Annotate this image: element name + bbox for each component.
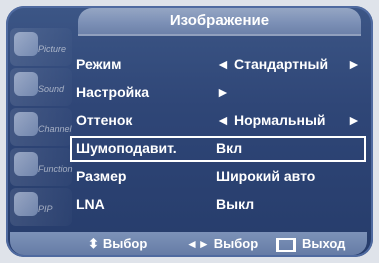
sidebar-item-label: Channel: [38, 124, 72, 134]
left-arrow-icon[interactable]: ◄: [216, 56, 230, 72]
row-value: Нормальный: [234, 112, 326, 128]
sidebar: Picture Sound Channel Function PIP: [10, 28, 73, 226]
sidebar-item-channel[interactable]: Channel: [10, 108, 72, 146]
help-move: ⬍ Выбор: [88, 236, 147, 252]
right-arrow-icon[interactable]: ►: [347, 56, 361, 72]
row-value: Вкл: [216, 140, 243, 156]
row-label: Режим: [76, 56, 122, 72]
menu-row-tint[interactable]: Оттенок ◄ Нормальный ►: [76, 110, 366, 130]
menu-row-noise-reduction[interactable]: Шумоподавит. Вкл: [70, 136, 366, 162]
menu-row-size[interactable]: Размер Широкий авто: [76, 166, 366, 186]
right-arrow-icon[interactable]: ►: [347, 112, 361, 128]
sidebar-item-label: Picture: [38, 44, 67, 54]
sidebar-item-label: Function: [38, 164, 73, 174]
help-exit-label: Выход: [302, 236, 346, 251]
row-value: Широкий авто: [216, 168, 316, 184]
page-title: Изображение: [169, 12, 270, 29]
sidebar-item-pip[interactable]: PIP: [10, 188, 72, 226]
menu-row-lna[interactable]: LNA Выкл: [76, 194, 366, 214]
menu-row-setting[interactable]: Настройка ►: [76, 82, 366, 102]
function-icon: [14, 152, 38, 176]
help-select: ◄► Выбор: [186, 236, 258, 251]
row-label: Размер: [76, 168, 127, 184]
row-label: LNA: [76, 196, 105, 212]
help-select-label: Выбор: [213, 236, 259, 251]
picture-icon: [14, 32, 38, 56]
sidebar-item-sound[interactable]: Sound: [10, 68, 72, 106]
left-arrow-icon[interactable]: ◄: [216, 112, 230, 128]
sidebar-item-label: Sound: [38, 84, 65, 94]
updown-arrows-icon: ⬍: [88, 236, 99, 251]
row-label: Оттенок: [76, 112, 133, 128]
row-label: Шумоподавит.: [76, 140, 177, 156]
menu-content: Режим ◄ Стандартный ► Настройка ► Оттено…: [70, 54, 366, 224]
sidebar-item-function[interactable]: Function: [10, 148, 73, 186]
menu-row-mode[interactable]: Режим ◄ Стандартный ►: [76, 54, 366, 74]
tv-osd: Изображение Picture Sound Channel Functi…: [0, 0, 379, 263]
sidebar-item-label: PIP: [38, 204, 53, 214]
sound-icon: [14, 72, 38, 96]
row-label: Настройка: [76, 84, 150, 100]
pip-icon: [14, 192, 38, 216]
help-move-label: Выбор: [102, 236, 148, 251]
bottom-help: ⬍ Выбор ◄► Выбор Выход: [88, 236, 366, 254]
right-arrow-icon[interactable]: ►: [216, 84, 230, 100]
leftright-arrows-icon: ◄►: [186, 237, 210, 251]
sidebar-item-picture[interactable]: Picture: [10, 28, 72, 66]
help-exit: Выход: [276, 236, 345, 252]
exit-icon: [276, 237, 296, 252]
row-value: Выкл: [216, 196, 255, 212]
row-value: Стандартный: [234, 56, 329, 72]
channel-icon: [14, 112, 38, 136]
